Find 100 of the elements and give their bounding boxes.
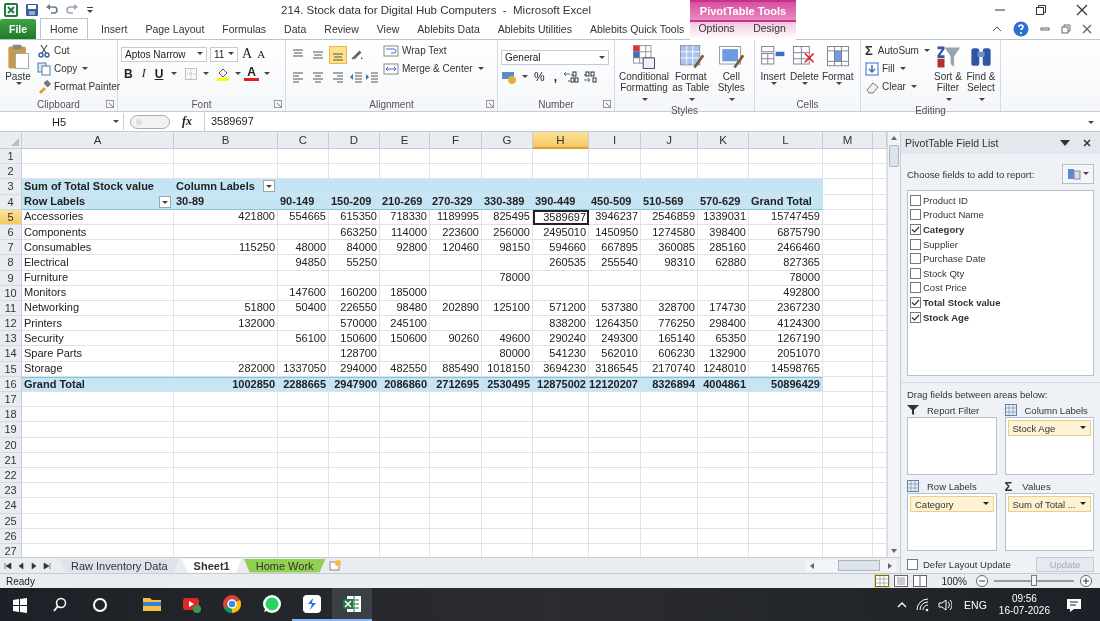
styles-button[interactable]: Cell Styles xyxy=(711,42,751,105)
ribbon-tab[interactable]: Formulas xyxy=(213,19,276,39)
row-header[interactable]: 23 xyxy=(0,483,22,499)
save-icon[interactable] xyxy=(25,2,39,17)
wifi-icon[interactable] xyxy=(916,597,931,612)
shrink-font-button[interactable]: A xyxy=(256,48,267,60)
paste-button[interactable]: Paste xyxy=(3,42,33,87)
increase-decimal-icon[interactable] xyxy=(563,69,579,85)
scroll-thumb[interactable] xyxy=(889,145,899,167)
field-label[interactable]: Product Name xyxy=(923,209,984,221)
checkbox[interactable] xyxy=(910,224,921,235)
normal-view-icon[interactable] xyxy=(874,574,891,588)
row-header[interactable]: 2 xyxy=(0,164,22,180)
column-header[interactable]: L xyxy=(749,132,823,149)
decrease-indent-icon[interactable] xyxy=(349,70,363,84)
search-icon[interactable] xyxy=(52,596,68,613)
sheet-nav-icon[interactable] xyxy=(4,561,12,570)
column-header[interactable]: M xyxy=(823,132,873,149)
column-header[interactable]: I xyxy=(589,132,641,149)
font-name-field[interactable]: Aptos Narrow xyxy=(121,46,207,62)
underline-button[interactable]: U xyxy=(151,66,167,81)
checkbox[interactable] xyxy=(910,253,921,265)
field-pill[interactable]: Category xyxy=(910,496,994,512)
column-header[interactable]: K xyxy=(698,132,749,149)
checkbox[interactable] xyxy=(910,282,921,294)
field-label[interactable]: Cost Price xyxy=(923,282,967,294)
ribbon-tab[interactable]: View xyxy=(367,19,409,39)
ribbon-tab[interactable]: Options xyxy=(690,20,743,40)
styles-button[interactable]: Format as Table xyxy=(671,42,711,105)
caret-icon[interactable] xyxy=(264,71,270,76)
cells-button[interactable]: Insert xyxy=(758,42,788,87)
row-header[interactable]: 1 xyxy=(0,149,22,165)
zoom-in-icon[interactable] xyxy=(1080,575,1092,587)
clear-button[interactable]: Clear xyxy=(864,78,931,95)
layout-button[interactable] xyxy=(1062,164,1094,184)
sort-filter-button[interactable]: Sort & Filter xyxy=(931,42,964,105)
caret-icon[interactable] xyxy=(171,71,178,76)
caret-icon[interactable] xyxy=(522,75,528,79)
filter-dropdown-icon[interactable] xyxy=(263,180,275,193)
row-header[interactable]: 18 xyxy=(0,407,22,423)
checkbox[interactable] xyxy=(910,267,921,279)
row-header[interactable]: 17 xyxy=(0,392,22,408)
ribbon-tab[interactable]: Data xyxy=(275,19,316,39)
increase-indent-icon[interactable] xyxy=(365,70,379,84)
percent-button[interactable]: % xyxy=(531,70,548,84)
column-header[interactable]: B xyxy=(174,132,278,149)
column-header[interactable]: E xyxy=(380,132,430,149)
scroll-thumb[interactable] xyxy=(838,560,880,571)
circle-icon[interactable] xyxy=(92,596,108,613)
zoom-out-icon[interactable] xyxy=(976,575,988,587)
dialog-launcher-icon[interactable] xyxy=(603,100,611,108)
column-header[interactable]: D xyxy=(329,132,380,149)
column-header[interactable]: G xyxy=(482,132,533,149)
styles-button[interactable]: Conditional Formatting xyxy=(618,42,671,105)
ribbon-tab[interactable]: Ablebits Data xyxy=(408,19,489,39)
ribbon-tab[interactable]: Ablebits Utilities xyxy=(488,19,581,39)
row-header[interactable]: 24 xyxy=(0,498,22,514)
vertical-scrollbar[interactable] xyxy=(887,132,900,557)
drop-area[interactable]: Sum of Total ... xyxy=(1004,493,1094,551)
ribbon-tab[interactable]: Home xyxy=(40,18,89,39)
grow-font-button[interactable]: A xyxy=(241,46,254,62)
merge-center-button[interactable]: Merge & Center xyxy=(382,60,485,77)
ribbon-tab[interactable]: Review xyxy=(315,19,368,39)
format-painter-button[interactable]: Format Painter xyxy=(36,78,122,95)
notification-icon[interactable] xyxy=(1066,596,1082,613)
row-header[interactable]: 14 xyxy=(0,346,22,362)
drop-area[interactable]: Stock Age xyxy=(1004,417,1094,475)
caret-icon[interactable] xyxy=(235,71,242,76)
panel-menu-icon[interactable] xyxy=(1060,138,1070,148)
help-icon[interactable] xyxy=(1013,21,1029,38)
horizontal-scrollbar[interactable] xyxy=(806,559,896,572)
undo-icon[interactable] xyxy=(45,2,59,17)
checkbox[interactable] xyxy=(910,311,921,323)
checkbox[interactable] xyxy=(910,296,921,308)
drop-area[interactable]: Category xyxy=(907,493,997,551)
column-header[interactable]: H xyxy=(533,132,589,149)
ribbon-tab[interactable]: File xyxy=(0,19,37,39)
row-header[interactable]: 19 xyxy=(0,422,22,438)
checkbox[interactable] xyxy=(910,238,921,250)
formula-bar-handle-icon[interactable] xyxy=(130,114,170,129)
font-size-field[interactable]: 11 xyxy=(210,46,238,62)
currency-icon[interactable] xyxy=(501,69,517,85)
clock-date[interactable]: 16-07-2026 xyxy=(998,604,1050,617)
bold-button[interactable]: B xyxy=(121,66,136,81)
field-label[interactable]: Product ID xyxy=(923,194,968,206)
taskbar-button[interactable] xyxy=(332,588,372,621)
volume-icon[interactable] xyxy=(938,597,953,612)
caret-icon[interactable] xyxy=(203,71,210,76)
field-pill[interactable]: Sum of Total ... xyxy=(1007,496,1091,512)
field-label[interactable]: Total Stock value xyxy=(923,296,1001,308)
sheet-tab[interactable]: Home Work xyxy=(243,558,326,573)
field-label[interactable]: Purchase Date xyxy=(923,253,986,265)
row-header[interactable]: 8 xyxy=(0,255,22,271)
font-color-button[interactable]: A xyxy=(244,66,259,81)
field-pill[interactable]: Stock Age xyxy=(1007,420,1091,436)
cut-button[interactable]: Cut xyxy=(36,42,122,59)
sheet-tab[interactable]: Raw Inventory Data xyxy=(59,558,180,573)
dialog-launcher-icon[interactable] xyxy=(106,100,114,108)
copy-button[interactable]: Copy xyxy=(36,60,122,77)
row-header[interactable]: 12 xyxy=(0,316,22,332)
